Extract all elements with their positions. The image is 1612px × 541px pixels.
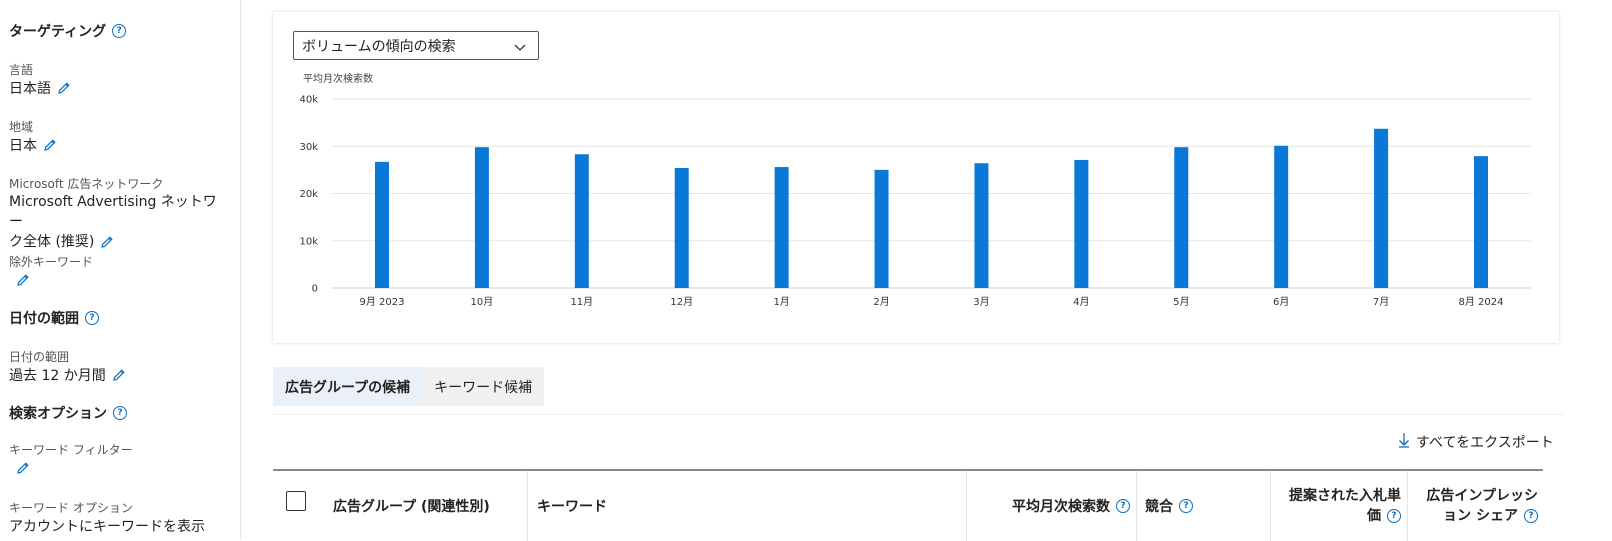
targeting-heading: ターゲティング ? xyxy=(9,21,127,41)
x-tick-label: 2月 xyxy=(873,296,889,308)
chart-bar xyxy=(1374,128,1389,288)
chart-bar xyxy=(874,169,889,288)
help-icon[interactable]: ? xyxy=(85,311,99,325)
region-value: 日本 xyxy=(9,138,37,154)
chart-bar xyxy=(375,161,389,288)
chart-bar xyxy=(474,147,489,288)
chart-bar xyxy=(574,154,589,288)
x-tick-label: 7月 xyxy=(1373,296,1389,308)
chart-bar xyxy=(1174,147,1189,288)
search-volume-bar-chart: 平均月次検索数 0 10k 20k 30k 40k 9月 2023 10月 11月 12月 1月 2月… xyxy=(299,72,1531,308)
tab-keyword-suggestions[interactable]: キーワード候補 xyxy=(422,367,545,406)
column-divider xyxy=(1270,471,1271,541)
help-icon[interactable]: ? xyxy=(1387,509,1401,523)
y-tick-label: 10k xyxy=(299,236,318,247)
column-divider xyxy=(527,471,528,541)
chart-bar xyxy=(774,167,789,288)
help-icon[interactable]: ? xyxy=(1116,499,1130,513)
edit-pencil-icon[interactable] xyxy=(16,461,30,475)
chart-bar xyxy=(1474,156,1488,288)
edit-pencil-icon[interactable] xyxy=(43,138,57,152)
y-tick-label: 20k xyxy=(299,189,318,200)
y-tick-label: 0 xyxy=(312,284,318,295)
search-options-heading: 検索オプション ? xyxy=(9,403,127,423)
x-tick-label: 10月 xyxy=(471,296,494,308)
date-range-label: 日付の範囲 xyxy=(9,350,70,364)
keyword-options-label: キーワード オプション xyxy=(9,501,133,515)
targeting-sidebar: ターゲティング ? 言語 日本語 地域 日本 Microsoft 広告ネットワー… xyxy=(0,0,241,539)
help-icon[interactable]: ? xyxy=(112,24,127,38)
date-range-value-row: 過去 12 か月間 xyxy=(9,365,126,385)
tab-ad-group-suggestions[interactable]: 広告グループの候補 xyxy=(273,367,423,406)
y-tick-label: 30k xyxy=(299,142,318,153)
edit-pencil-icon[interactable] xyxy=(112,368,126,382)
suggestions-table-header: 広告グループ (関連性別) キーワード 平均月次検索数 ? 競合 ? 提案された… xyxy=(273,469,1543,541)
edit-pencil-icon[interactable] xyxy=(16,273,30,287)
chart-metric-dropdown[interactable]: ボリュームの傾向の検索 xyxy=(293,31,539,60)
network-value: Microsoft Advertising ネットワー ク全体 (推奨) xyxy=(9,194,217,250)
x-tick-label: 3月 xyxy=(973,296,989,308)
x-tick-label: 4月 xyxy=(1073,296,1089,308)
chevron-down-icon xyxy=(514,40,526,56)
x-tick-label: 9月 2023 xyxy=(360,296,405,308)
x-tick-label: 8月 2024 xyxy=(1459,296,1504,308)
language-value-row: 日本語 xyxy=(9,78,71,98)
language-value: 日本語 xyxy=(9,81,51,97)
help-icon[interactable]: ? xyxy=(113,406,127,420)
dropdown-value: ボリュームの傾向の検索 xyxy=(302,38,456,55)
export-all-button[interactable]: すべてをエクスポート xyxy=(1398,432,1554,452)
x-tick-label: 6月 xyxy=(1273,296,1289,308)
tab-divider xyxy=(273,414,1563,415)
region-value-row: 日本 xyxy=(9,135,57,155)
edit-pencil-icon[interactable] xyxy=(57,81,71,95)
network-label: Microsoft 広告ネットワーク xyxy=(9,177,164,191)
chart-bar xyxy=(674,167,689,288)
col-suggested-bid[interactable]: 提案された入札単 価? xyxy=(1283,471,1401,541)
x-tick-label: 5月 xyxy=(1173,296,1189,308)
y-tick-label: 40k xyxy=(299,95,318,106)
chart-bar xyxy=(974,163,989,288)
select-all-checkbox[interactable] xyxy=(286,491,306,511)
x-tick-label: 1月 xyxy=(773,296,789,308)
column-divider xyxy=(1136,471,1137,541)
edit-pencil-icon[interactable] xyxy=(100,235,114,249)
col-keyword[interactable]: キーワード xyxy=(537,471,607,541)
col-competition[interactable]: 競合 ? xyxy=(1145,471,1193,541)
column-divider xyxy=(1407,471,1408,541)
date-range-value: 過去 12 か月間 xyxy=(9,368,106,384)
chart-bar xyxy=(1074,159,1089,288)
region-label: 地域 xyxy=(9,120,34,134)
suggestion-tabs: 広告グループの候補 キーワード候補 xyxy=(273,367,545,406)
chart-bar xyxy=(1274,145,1289,288)
keyword-filter-label: キーワード フィルター xyxy=(9,443,133,457)
col-ad-impression-share[interactable]: 広告インプレッシ ョン シェア? xyxy=(1423,471,1538,541)
x-tick-label: 12月 xyxy=(670,296,693,308)
keyword-options-value: アカウントにキーワードを表示 xyxy=(9,519,205,535)
col-avg-monthly-searches[interactable]: 平均月次検索数 ? xyxy=(1012,471,1130,541)
x-tick-label: 11月 xyxy=(570,296,593,308)
date-range-heading: 日付の範囲 ? xyxy=(9,308,99,328)
download-icon xyxy=(1398,432,1410,452)
y-axis-title: 平均月次検索数 xyxy=(303,72,373,85)
col-ad-group[interactable]: 広告グループ (関連性別) xyxy=(333,471,490,541)
column-divider xyxy=(966,471,967,541)
help-icon[interactable]: ? xyxy=(1179,499,1193,513)
negative-keywords-label: 除外キーワード xyxy=(9,255,94,269)
help-icon[interactable]: ? xyxy=(1524,509,1538,523)
language-label: 言語 xyxy=(9,63,34,77)
search-volume-card: ボリュームの傾向の検索 平均月次検索数 0 10k 20k 30k 40k 9月 2023 1… xyxy=(273,12,1559,343)
